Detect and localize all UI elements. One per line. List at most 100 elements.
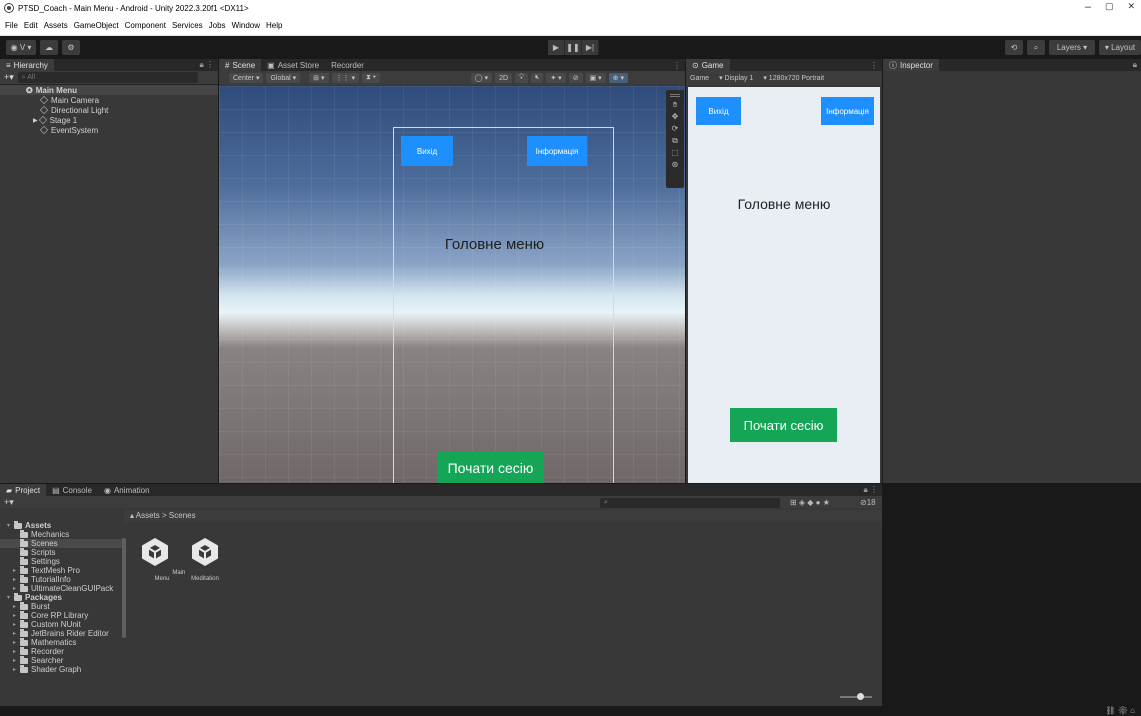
scene-info-button[interactable]: Інформація [527,136,587,166]
hidden-packages-count[interactable]: ⊘18 [860,498,876,507]
search-icon[interactable]: ⌕ [1027,40,1045,55]
step-button[interactable]: ▶| [582,40,599,55]
asset-scene-meditation[interactable]: Meditation [180,536,230,582]
scene-root-main-menu[interactable]: ✪ Main Menu [0,85,218,95]
maximize-button[interactable]: ▢ [1105,1,1114,13]
tab-hierarchy[interactable]: ≡ Hierarchy [0,59,54,71]
menu-services[interactable]: Services [172,21,203,30]
more-icon[interactable]: ⋮ [673,61,681,70]
lock-icon[interactable]: 🔒︎ [1133,60,1137,70]
hidden-objects-icon[interactable]: ⊘ [568,73,583,83]
project-tree-item[interactable]: ▸ Recorder [0,646,124,656]
hand-tool-icon[interactable]: ✋︎ [670,100,680,109]
expand-arrow-icon[interactable]: ▸ [13,567,19,574]
resolution-dropdown[interactable]: ▾ 1280x720 Portrait [763,74,824,82]
expand-arrow-icon[interactable]: ▾ [7,594,13,601]
project-tree-item[interactable]: ▸ UltimateCleanGUIPack [0,583,124,593]
expand-arrow-icon[interactable]: ▸ [13,576,19,583]
project-tree-item[interactable]: ▸ TextMesh Pro [0,565,124,575]
scene-start-button[interactable]: Почати сесію [437,451,544,483]
menu-edit[interactable]: Edit [24,21,38,30]
menu-component[interactable]: Component [125,21,166,30]
rotate-tool-icon[interactable]: ⟳ [670,124,680,133]
expand-arrow-icon[interactable]: ▸ [13,630,19,637]
gizmos-icon[interactable]: ⊕ ▾ [608,73,628,83]
grid-snap-icon[interactable]: ⊞ ▾ [309,73,329,83]
rect-tool-icon[interactable]: ⬚ [670,148,680,157]
menu-jobs[interactable]: Jobs [209,21,226,30]
project-search-input[interactable]: ⌕ [600,498,780,508]
expand-arrow-icon[interactable]: ▶ [33,117,38,124]
tab-recorder[interactable]: Recorder [325,59,370,71]
project-tree-item[interactable]: ▸ TutorialInfo [0,574,124,584]
create-asset-button[interactable]: +▾ [4,497,14,508]
menu-window[interactable]: Window [232,21,260,30]
project-tree-item[interactable]: ▸ Searcher [0,655,124,665]
more-icon[interactable]: ⋮ [870,61,878,70]
hierarchy-item[interactable]: EventSystem [0,125,218,135]
draw-mode-icon[interactable]: ◯ ▾ [470,73,493,83]
project-tree-item[interactable]: ▸ JetBrains Rider Editor [0,628,124,638]
expand-arrow-icon[interactable]: ▸ [13,612,19,619]
tab-game[interactable]: ⊙ Game [686,59,730,71]
project-tree-item[interactable]: ▸ Burst [0,601,124,611]
snap-settings-icon[interactable]: ⧗ ▾ [361,73,380,83]
game-info-button[interactable]: Інформація [821,97,874,125]
tab-scene[interactable]: # Scene [219,59,262,71]
camera-settings-icon[interactable]: ▣ ▾ [585,73,606,83]
lighting-icon[interactable]: 💡︎ [515,73,528,83]
mode-2d-toggle[interactable]: 2D [495,73,513,83]
expand-arrow-icon[interactable]: ▸ [13,639,19,646]
minimize-button[interactable]: – [1085,1,1091,13]
expand-arrow-icon[interactable]: ▸ [13,666,19,673]
game-start-button[interactable]: Почати сесію [730,408,837,442]
icon-size-slider[interactable] [840,696,872,698]
lock-icon[interactable]: 🔒︎ ⋮ [200,60,214,70]
tab-project[interactable]: ▰ Project [0,484,47,496]
project-tree-item[interactable]: ▾ Packages [0,592,124,602]
project-tree-item[interactable]: ▸ Mathematics [0,637,124,647]
menu-assets[interactable]: Assets [44,21,68,30]
expand-arrow-icon[interactable]: ▾ [7,522,13,529]
scene-exit-button[interactable]: Вихід [401,136,453,166]
cloud-icon[interactable]: ☁ [40,40,58,55]
display-dropdown[interactable]: ▾ Display 1 [719,74,753,82]
scale-tool-icon[interactable]: ⧉ [670,136,680,145]
project-tree-item[interactable]: ▸ Shader Graph [0,664,124,674]
effects-icon[interactable]: ✦ ▾ [546,73,566,83]
game-mode-dropdown[interactable]: Game [690,75,709,82]
project-tree-item[interactable]: Scenes [0,538,124,548]
project-tree-item[interactable]: ▸ Core RP Library [0,610,124,620]
history-icon[interactable]: ⟲ [1005,40,1023,55]
game-viewport[interactable]: Вихід Інформація Головне меню Почати сес… [688,87,880,483]
transform-tool-icon[interactable]: ⊛ [670,160,680,169]
expand-arrow-icon[interactable]: ▸ [13,657,19,664]
play-button[interactable]: ▶ [548,40,565,55]
close-button[interactable]: ✕ [1127,1,1135,13]
services-gear-icon[interactable]: ⚙ [62,40,80,55]
menu-gameobject[interactable]: GameObject [74,21,119,30]
project-tree-item[interactable]: ▾ Assets [0,520,124,530]
expand-arrow-icon[interactable]: ▸ [13,648,19,655]
status-icons[interactable]: ⛓ ⚙ ⌂ [1105,706,1135,715]
pivot-dropdown[interactable]: Center ▾ [229,73,264,83]
space-dropdown[interactable]: Global ▾ [266,73,301,83]
menu-file[interactable]: File [5,21,18,30]
expand-arrow-icon[interactable]: ▸ [13,603,19,610]
project-filter-icons[interactable]: ⊞ ◈ ◆ ● ★ [790,498,830,507]
hierarchy-search-input[interactable]: ⌕ All [17,72,198,83]
tab-inspector[interactable]: ⓘ Inspector [883,59,939,71]
tab-console[interactable]: ▤ Console [46,484,98,496]
create-button[interactable]: +▾ [4,72,14,83]
expand-arrow-icon[interactable]: ▸ [13,621,19,628]
icon-size-slider-handle[interactable] [857,693,864,700]
hierarchy-item[interactable]: ▶ Stage 1 [0,115,218,125]
pause-button[interactable]: ❚❚ [565,40,582,55]
project-tree-scrollbar[interactable] [122,538,126,638]
project-tree-item[interactable]: ▸ Custom NUnit [0,619,124,629]
project-tree-item[interactable]: Settings [0,556,124,566]
menu-help[interactable]: Help [266,21,282,30]
move-tool-icon[interactable]: ✥ [670,112,680,121]
audio-icon[interactable]: 🔇︎ [530,73,544,83]
project-tree-item[interactable]: Mechanics [0,529,124,539]
